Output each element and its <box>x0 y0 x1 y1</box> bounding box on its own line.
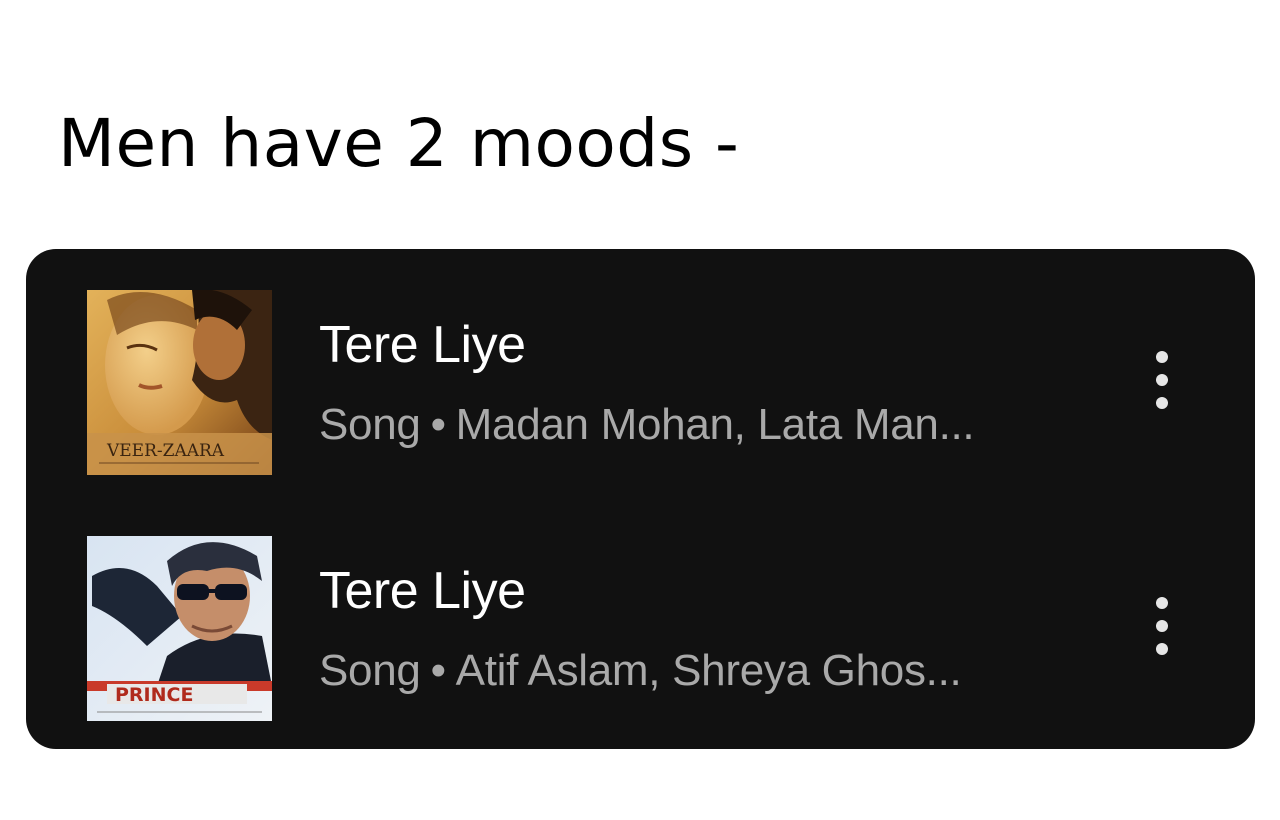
meme-caption: Men have 2 moods - <box>58 105 740 182</box>
album-art-label: PRINCE <box>115 684 193 706</box>
song-title[interactable]: Tere Liye <box>319 561 526 621</box>
song-title[interactable]: Tere Liye <box>319 315 526 375</box>
song-result-row[interactable]: PRINCE Tere Liye Song • Atif Aslam, Shreya… <box>26 533 1255 723</box>
more-vertical-icon[interactable] <box>1146 345 1178 415</box>
album-art-image: VEER-ZAARA <box>87 290 272 475</box>
album-art-image: PRINCE <box>87 536 272 721</box>
more-vertical-icon[interactable] <box>1146 591 1178 661</box>
song-subtitle: Song • Madan Mohan, Lata Man... <box>319 400 975 450</box>
separator-dot: • <box>430 400 446 449</box>
album-art-prince: PRINCE <box>87 536 272 721</box>
artist-names: Madan Mohan, Lata Man... <box>455 400 975 449</box>
separator-dot: • <box>430 646 446 695</box>
result-type-label: Song <box>319 400 421 449</box>
artist-names: Atif Aslam, Shreya Ghos... <box>455 646 962 695</box>
album-art-veer-zaara: VEER-ZAARA <box>87 290 272 475</box>
song-result-row[interactable]: VEER-ZAARA Tere Liye Song • Madan Mohan, L… <box>26 287 1255 477</box>
search-results-panel: VEER-ZAARA Tere Liye Song • Madan Mohan, L… <box>26 249 1255 749</box>
result-type-label: Song <box>319 646 421 695</box>
song-subtitle: Song • Atif Aslam, Shreya Ghos... <box>319 646 962 696</box>
album-art-label: VEER-ZAARA <box>106 441 225 461</box>
